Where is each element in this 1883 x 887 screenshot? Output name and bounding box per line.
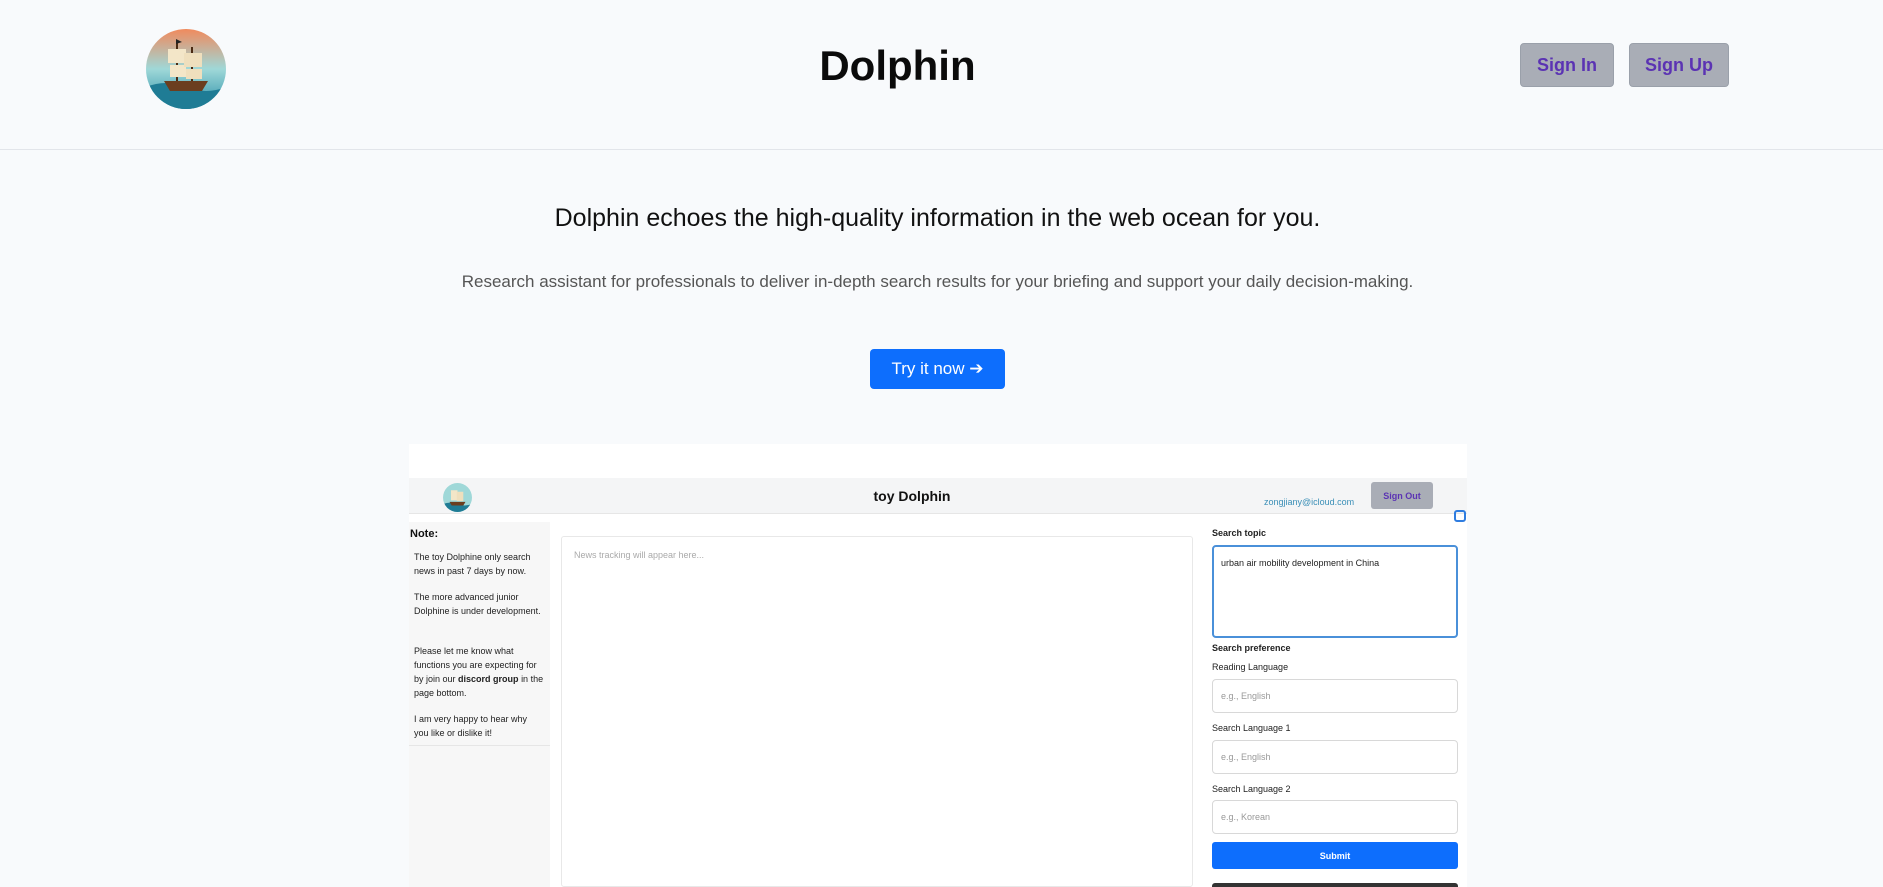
news-placeholder: News tracking will appear here...	[574, 550, 705, 560]
search-topic-label: Search topic	[1212, 528, 1267, 538]
try-it-now-button[interactable]: Try it now ➔	[870, 349, 1005, 389]
preview-sign-out-button: Sign Out	[1371, 482, 1433, 509]
search-topic-value: urban air mobility development in China	[1221, 558, 1380, 568]
search-language-2-placeholder: e.g., Korean	[1221, 812, 1271, 822]
discord-group-link: discord group	[458, 674, 519, 684]
sidebar-divider	[409, 745, 550, 746]
preview-top-strip	[409, 444, 1467, 478]
preview-submit-button: Submit	[1212, 842, 1458, 869]
sign-in-button[interactable]: Sign In	[1520, 43, 1614, 87]
news-tracking-panel	[561, 536, 1193, 887]
hero-subtitle: Research assistant for professionals to …	[461, 272, 1414, 291]
preview-collapse-icon	[1454, 510, 1466, 522]
note-item: The toy Dolphine only search news in pas…	[414, 552, 531, 576]
note-item: I am very happy to hear why you like or …	[414, 714, 528, 738]
note-title: Note:	[410, 528, 439, 540]
note-item: The more advanced junior Dolphine is und…	[414, 592, 541, 616]
preview-secondary-button	[1212, 883, 1458, 887]
app-preview-screenshot: toy Dolphin zongjiany@icloud.com Sign Ou…	[409, 444, 1467, 887]
hero-headline: Dolphin echoes the high-quality informat…	[554, 204, 1321, 232]
reading-language-placeholder: e.g., English	[1221, 691, 1271, 701]
sign-up-button[interactable]: Sign Up	[1629, 43, 1729, 87]
search-language-2-label: Search Language 2	[1212, 784, 1291, 794]
reading-language-label: Reading Language	[1212, 662, 1289, 672]
note-item-feedback: Please let me know what functions you ar…	[414, 644, 544, 700]
preview-user-email: zongjiany@icloud.com	[1264, 497, 1355, 507]
site-header: Dolphin Sign In Sign Up	[0, 0, 1883, 150]
search-language-1-label: Search Language 1	[1212, 723, 1291, 733]
search-preference-label: Search preference	[1212, 643, 1291, 653]
search-language-1-placeholder: e.g., English	[1221, 752, 1271, 762]
